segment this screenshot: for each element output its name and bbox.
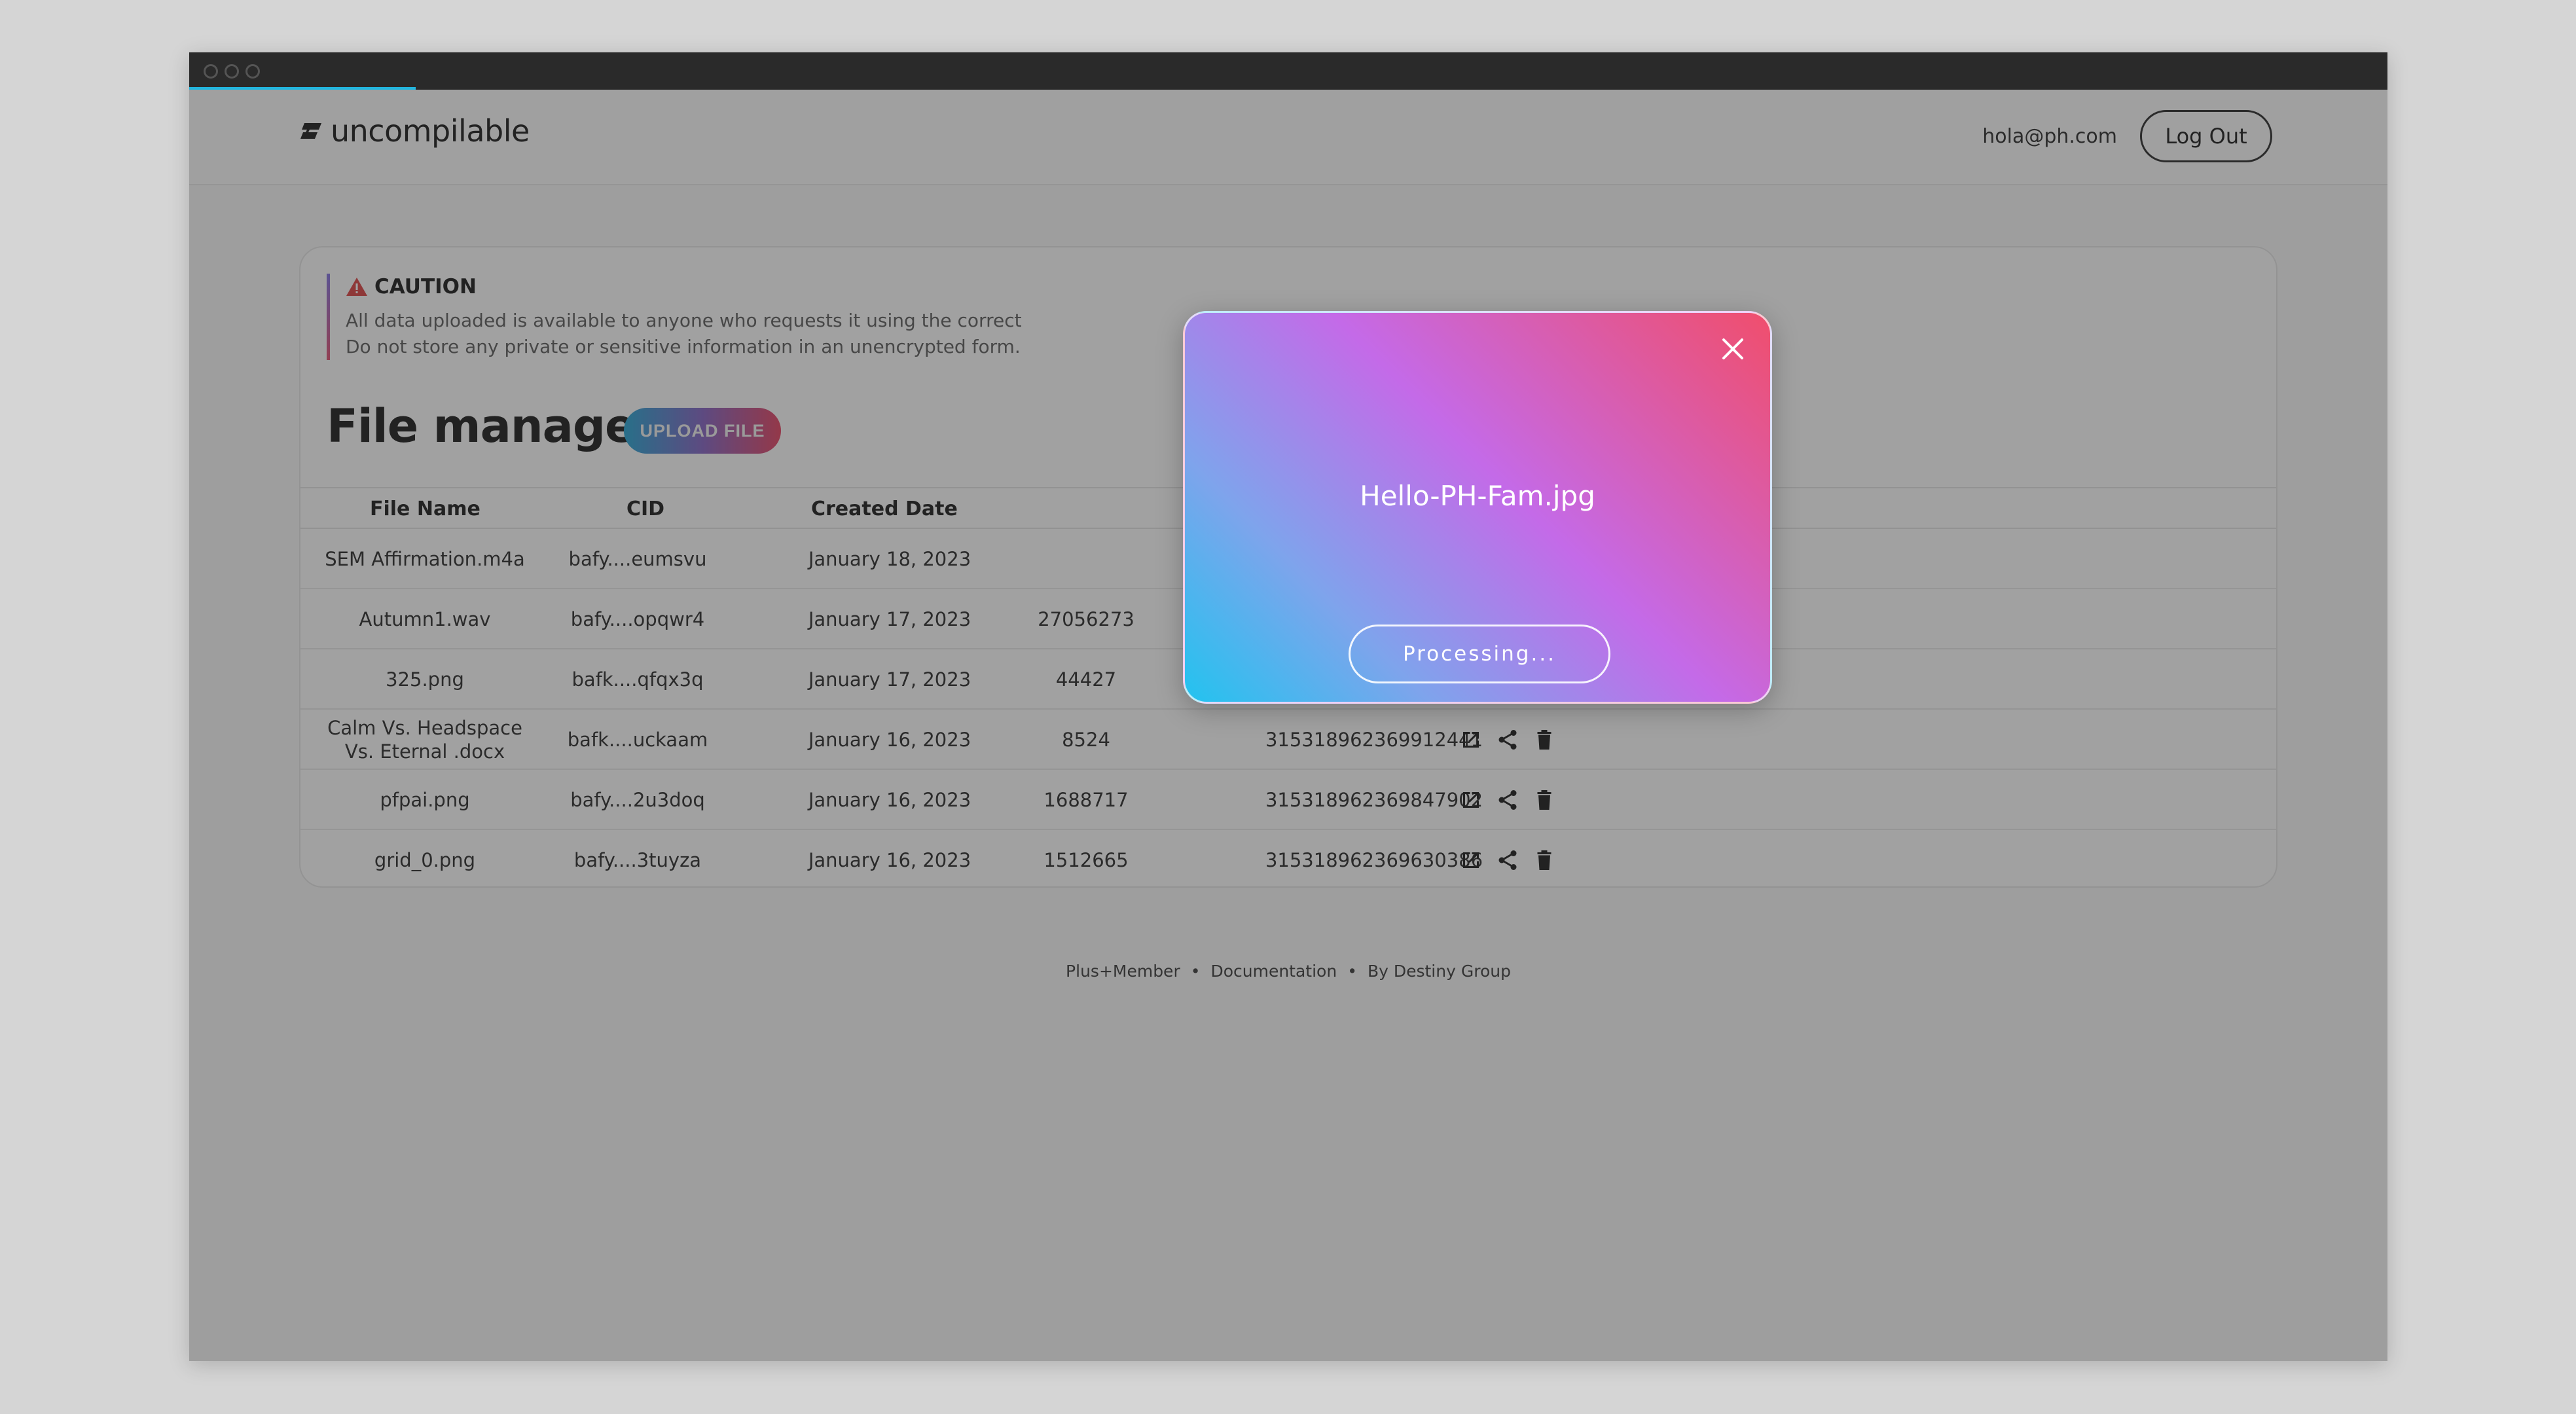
modal-filename: Hello-PH-Fam.jpg	[1360, 480, 1595, 512]
app-root: uncompilable hola@ph.com Log Out CAUTION…	[189, 90, 2387, 1361]
processing-button[interactable]: Processing...	[1349, 625, 1610, 683]
window-titlebar	[189, 52, 2387, 91]
window-minimize-dot[interactable]	[225, 64, 239, 79]
close-icon[interactable]	[1719, 335, 1747, 363]
browser-window: uncompilable hola@ph.com Log Out CAUTION…	[189, 52, 2387, 1361]
upload-processing-modal: Hello-PH-Fam.jpg Processing...	[1183, 311, 1772, 704]
window-close-dot[interactable]	[204, 64, 218, 79]
modal-backdrop[interactable]	[189, 90, 2387, 1361]
window-zoom-dot[interactable]	[245, 64, 260, 79]
